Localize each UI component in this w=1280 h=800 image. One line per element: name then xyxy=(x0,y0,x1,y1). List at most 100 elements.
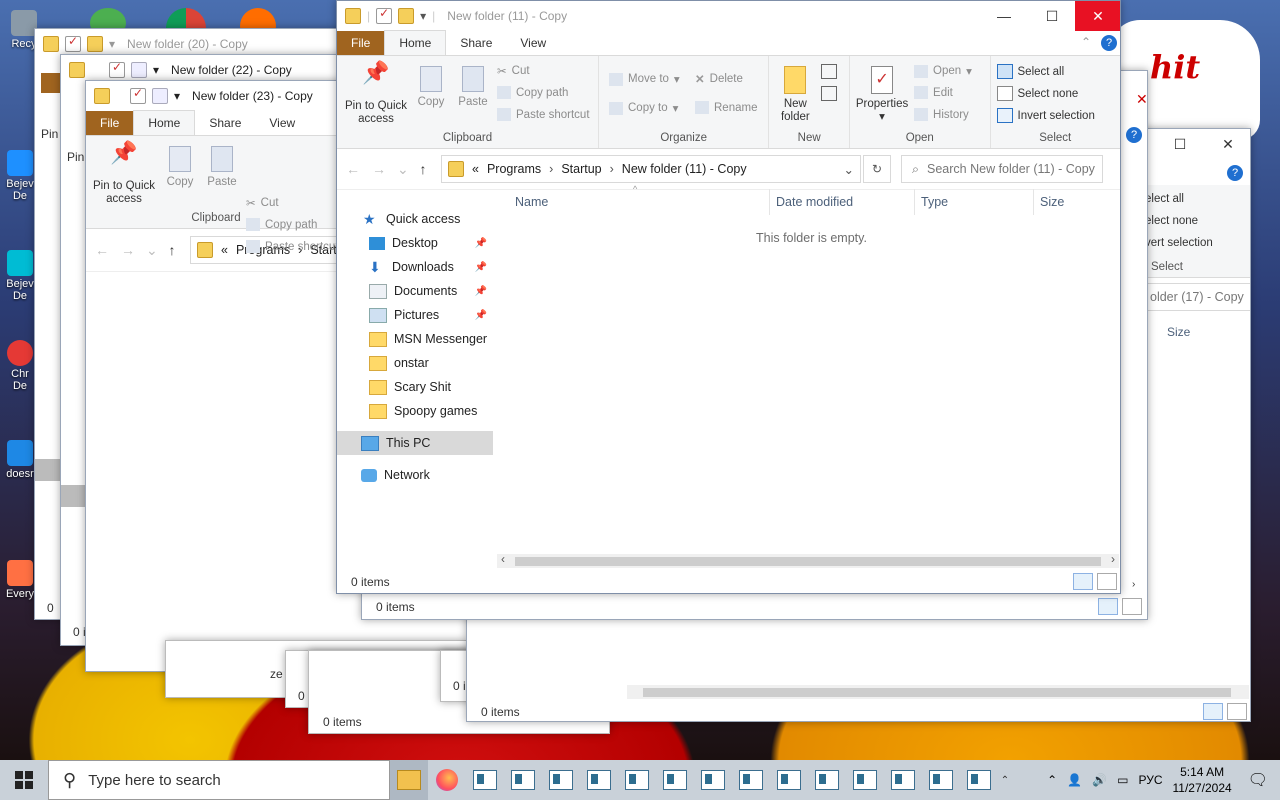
copy-to-button[interactable]: Copy to ▾ xyxy=(609,101,678,115)
taskbar-explorer-window[interactable] xyxy=(732,760,770,800)
taskbar-explorer-window[interactable] xyxy=(656,760,694,800)
column-type[interactable]: Type xyxy=(915,189,1034,215)
breadcrumb-programs[interactable]: Programs xyxy=(487,162,541,176)
taskbar-explorer-window[interactable] xyxy=(466,760,504,800)
select-none-button[interactable]: elect none xyxy=(1145,215,1198,227)
taskbar-explorer-window[interactable] xyxy=(504,760,542,800)
details-view-button[interactable] xyxy=(1203,703,1223,720)
pin-to-quick-access-button[interactable]: 📌 Pin to Quick access xyxy=(341,62,411,126)
search-input[interactable]: ⌕ Search New folder (11) - Copy xyxy=(901,155,1103,183)
maximize-button[interactable]: ☐ xyxy=(1029,1,1075,31)
file-tab[interactable] xyxy=(41,73,61,93)
taskbar-file-explorer[interactable] xyxy=(390,760,428,800)
taskbar-explorer-window[interactable] xyxy=(884,760,922,800)
customize-arrow-icon[interactable]: ▾ xyxy=(153,63,159,77)
minimize-button[interactable]: — xyxy=(981,1,1027,31)
taskbar-explorer-window[interactable] xyxy=(922,760,960,800)
nav-this-pc[interactable]: This PC xyxy=(337,431,493,455)
new-folder-icon[interactable] xyxy=(152,88,168,104)
tab-share[interactable]: Share xyxy=(446,31,506,55)
cut-button[interactable]: ✂ Cut xyxy=(497,64,530,78)
column-date-modified[interactable]: Date modified xyxy=(770,189,915,215)
search-input[interactable]: older (17) - Copy xyxy=(1139,283,1250,311)
tab-home[interactable]: Home xyxy=(133,110,196,135)
tab-home[interactable]: Home xyxy=(384,30,447,55)
network-tray-icon[interactable]: ▭ xyxy=(1117,773,1128,787)
forward-arrow-icon[interactable]: → xyxy=(120,242,136,258)
help-icon[interactable]: ? xyxy=(1126,127,1142,143)
show-hidden-icons[interactable]: ⌃ xyxy=(1047,773,1057,787)
taskbar-explorer-window[interactable] xyxy=(846,760,884,800)
cut-button[interactable]: ✂ Cut xyxy=(246,196,279,210)
nav-downloads[interactable]: ⬇ Downloads 📌 xyxy=(337,255,493,279)
nav-network[interactable]: Network xyxy=(337,463,493,487)
horizontal-scrollbar[interactable] xyxy=(627,685,1249,699)
scroll-right-icon[interactable]: › xyxy=(1111,552,1115,566)
properties-quick-icon[interactable] xyxy=(376,6,393,24)
tab-view[interactable]: View xyxy=(506,31,560,55)
collapse-ribbon-icon[interactable]: ⌃ xyxy=(1081,35,1091,49)
customize-arrow-icon[interactable]: ▾ xyxy=(174,89,180,103)
details-view-button[interactable] xyxy=(1073,573,1093,590)
taskbar-explorer-window[interactable] xyxy=(770,760,808,800)
volume-icon[interactable]: 🔊 xyxy=(1092,773,1107,787)
help-icon[interactable]: ? xyxy=(1227,165,1243,181)
new-folder-button[interactable]: New folder xyxy=(771,66,819,124)
taskbar-explorer-window[interactable] xyxy=(542,760,580,800)
recent-dropdown-icon[interactable]: ⌄ xyxy=(397,161,409,178)
easy-access-icon[interactable] xyxy=(821,86,838,101)
back-arrow-icon[interactable]: ← xyxy=(94,242,110,258)
new-folder-quick-icon[interactable] xyxy=(398,8,415,24)
horizontal-scrollbar[interactable]: ‹ › xyxy=(497,552,1119,568)
tab-file[interactable]: File xyxy=(86,111,134,135)
large-icons-view-button[interactable] xyxy=(1097,573,1117,590)
select-all-button[interactable]: Select all xyxy=(996,64,1064,79)
taskbar-explorer-window[interactable] xyxy=(580,760,618,800)
notification-icon[interactable]: 🗨 xyxy=(1248,770,1268,790)
column-name[interactable]: Name xyxy=(509,189,770,215)
address-dropdown-icon[interactable]: ⌄ xyxy=(844,162,854,177)
tiles-view-button[interactable] xyxy=(1122,598,1142,615)
tab-share[interactable]: Share xyxy=(195,111,255,135)
taskbar-explorer-window[interactable] xyxy=(618,760,656,800)
pin-to-quick-access-button[interactable]: 📌 Pin to Quick access xyxy=(92,142,156,206)
scrollbar-thumb[interactable] xyxy=(515,557,1101,566)
taskbar-search-input[interactable]: ⚲ Type here to search xyxy=(48,760,390,800)
taskbar-explorer-window[interactable] xyxy=(960,760,998,800)
new-folder-icon[interactable] xyxy=(131,62,147,78)
nav-pictures[interactable]: Pictures 📌 xyxy=(337,303,493,327)
close-x-fragment[interactable]: ✕ xyxy=(1136,91,1147,108)
breadcrumb-current[interactable]: New folder (11) - Copy xyxy=(622,162,747,176)
messenger-tray-icon[interactable]: 👤 xyxy=(1067,773,1082,787)
select-none-button[interactable]: Select none xyxy=(996,86,1078,101)
customize-arrow-icon[interactable]: ▾ xyxy=(109,37,115,51)
help-icon[interactable]: ? xyxy=(1101,35,1117,51)
tab-file[interactable]: File xyxy=(337,31,385,55)
nav-documents[interactable]: Documents 📌 xyxy=(337,279,493,303)
column-size[interactable]: Size xyxy=(1034,189,1114,215)
delete-button[interactable]: ✕ Delete xyxy=(695,72,743,86)
copy-path-button[interactable]: Copy path xyxy=(497,86,568,99)
forward-arrow-icon[interactable]: → xyxy=(371,161,387,177)
copy-button[interactable]: Copy xyxy=(162,146,198,189)
open-button[interactable]: Open ▾ xyxy=(914,64,972,78)
paste-button[interactable]: Paste xyxy=(204,146,240,189)
taskbar-explorer-window[interactable] xyxy=(808,760,846,800)
paste-button[interactable]: Paste xyxy=(455,66,491,109)
nav-folder-spoopy-games[interactable]: Spoopy games xyxy=(337,399,493,423)
paste-shortcut-button[interactable]: Paste shortcut xyxy=(246,240,339,253)
paste-shortcut-button[interactable]: Paste shortcut xyxy=(497,108,590,121)
select-all-button[interactable]: elect all xyxy=(1145,193,1184,205)
address-bar[interactable]: « Programs › Startup › New folder (11) -… xyxy=(441,155,861,183)
close-button[interactable]: ✕ xyxy=(1205,129,1250,159)
properties-icon[interactable] xyxy=(65,34,81,52)
explorer-window-main[interactable]: | ▾ | New folder (11) - Copy — ☐ ✕ ⌃ ? F… xyxy=(336,0,1121,594)
start-button[interactable] xyxy=(0,760,48,800)
customize-arrow-icon[interactable]: ▾ xyxy=(420,9,426,23)
properties-icon[interactable] xyxy=(109,60,125,78)
invert-selection-button[interactable]: vert selection xyxy=(1145,237,1213,249)
pin-icon[interactable]: 📌 xyxy=(475,238,487,249)
tiles-view-button[interactable] xyxy=(1227,703,1247,720)
up-arrow-icon[interactable]: ↑ xyxy=(164,242,180,258)
invert-selection-button[interactable]: Invert selection xyxy=(996,108,1095,123)
